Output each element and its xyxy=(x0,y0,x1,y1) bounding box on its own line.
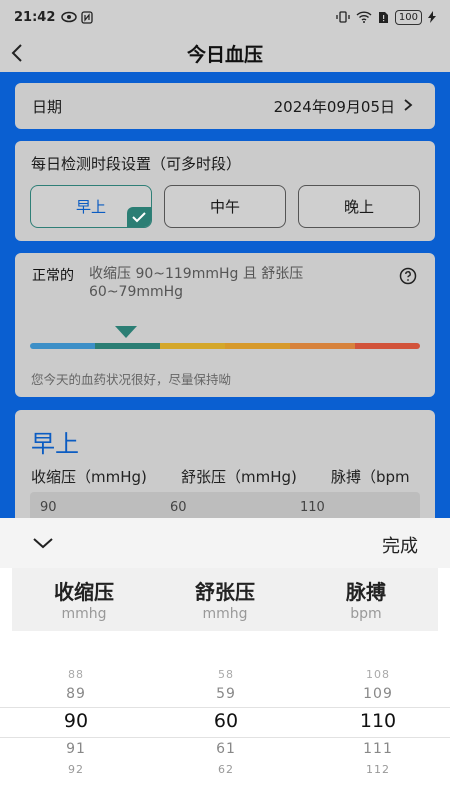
wheel-item: 109 xyxy=(363,686,393,702)
period-title: 每日检测时段设置（可多时段） xyxy=(31,155,242,173)
picker-column-headers: 收缩压 mmhg 舒张压 mmhg 脉搏 bpm xyxy=(12,568,438,631)
wheel-item: 58 xyxy=(218,668,234,681)
status-bar: 21:42 100 xyxy=(0,0,450,34)
wheel-item: 89 xyxy=(66,686,86,702)
reading-heading: 早上 xyxy=(31,430,79,458)
checkmark-icon xyxy=(127,207,151,227)
help-icon[interactable] xyxy=(399,267,417,285)
wheel-item: 62 xyxy=(218,763,234,776)
wifi-icon xyxy=(356,11,372,23)
period-noon-button[interactable]: 中午 xyxy=(164,185,286,228)
period-settings: 每日检测时段设置（可多时段） 早上 中午 晚上 xyxy=(15,141,435,241)
date-label: 日期 xyxy=(32,98,63,116)
eye-icon xyxy=(61,11,78,23)
status-time: 21:42 xyxy=(14,9,56,25)
period-label: 晚上 xyxy=(343,198,374,216)
systolic-value: 90 xyxy=(40,500,57,515)
vibrate-icon xyxy=(336,11,350,23)
bp-color-scale xyxy=(30,343,420,349)
scale-segment xyxy=(95,343,160,349)
period-evening-button[interactable]: 晚上 xyxy=(298,185,420,228)
bp-advice: 您今天的血药状况很好，尽量保持呦 xyxy=(31,372,232,387)
picker-pulse-title: 脉搏 xyxy=(346,580,386,604)
period-label: 早上 xyxy=(75,198,106,216)
period-morning-button[interactable]: 早上 xyxy=(30,185,152,228)
chevron-down-icon[interactable] xyxy=(30,533,56,553)
systolic-column-header: 收缩压（mmHg) xyxy=(31,468,147,486)
wheel-item: 91 xyxy=(66,741,86,757)
pulse-value: 110 xyxy=(300,500,325,515)
scale-segment xyxy=(290,343,355,349)
picker-selection-line-bottom xyxy=(0,737,450,738)
picker-systolic-unit: mmhg xyxy=(61,606,107,622)
wheel-item: 108 xyxy=(366,668,390,681)
wheel-item: 61 xyxy=(216,741,236,757)
picker-diastolic-title: 舒张压 xyxy=(195,580,255,604)
wheel-item: 88 xyxy=(68,668,84,681)
bp-level-marker xyxy=(115,326,137,338)
charging-icon xyxy=(428,11,436,23)
bp-picker-sheet: 完成 收缩压 mmhg 舒张压 mmhg 脉搏 bpm 88 89 90 91 … xyxy=(0,518,450,800)
sheet-header: 完成 xyxy=(0,518,450,568)
scale-segment xyxy=(160,343,225,349)
diastolic-column-header: 舒张压（mmHg) xyxy=(181,468,297,486)
wheel-item: 111 xyxy=(363,741,393,757)
wheel-item: 112 xyxy=(366,763,390,776)
picker-pulse-unit: bpm xyxy=(350,606,382,622)
wheel-item-selected: 60 xyxy=(213,710,239,732)
wheel-item: 59 xyxy=(216,686,236,702)
battery-indicator: 100 xyxy=(394,9,422,25)
picker-selection-line-top xyxy=(0,707,450,708)
done-button[interactable]: 完成 xyxy=(382,532,418,558)
wheel-item-selected: 90 xyxy=(63,710,89,732)
nav-bar: 今日血压 xyxy=(0,34,450,72)
wheel-item-selected: 110 xyxy=(359,710,397,732)
scale-segment xyxy=(355,343,420,349)
wheel-item: 92 xyxy=(68,763,84,776)
date-value: 2024年09月05日 xyxy=(273,98,395,116)
bp-status-card: 正常的 收缩压 90~119mmHg 且 舒张压 60~79mmHg 您今天的血… xyxy=(15,253,435,397)
bp-status-label: 正常的 xyxy=(32,268,74,284)
scale-segment xyxy=(225,343,290,349)
date-selector[interactable]: 日期 2024年09月05日 xyxy=(15,83,435,129)
page-title: 今日血压 xyxy=(186,44,263,66)
scale-segment xyxy=(30,343,95,349)
nfc-icon xyxy=(81,10,94,24)
sim-alert-icon xyxy=(378,11,388,23)
chevron-right-icon xyxy=(404,99,413,111)
picker-systolic-title: 收缩压 xyxy=(54,580,114,604)
period-label: 中午 xyxy=(209,198,240,216)
diastolic-value: 60 xyxy=(170,500,187,515)
pulse-column-header: 脉搏（bpm xyxy=(331,468,410,486)
picker-diastolic-unit: mmhg xyxy=(202,606,248,622)
bp-range-description: 收缩压 90~119mmHg 且 舒张压 60~79mmHg xyxy=(89,266,304,300)
